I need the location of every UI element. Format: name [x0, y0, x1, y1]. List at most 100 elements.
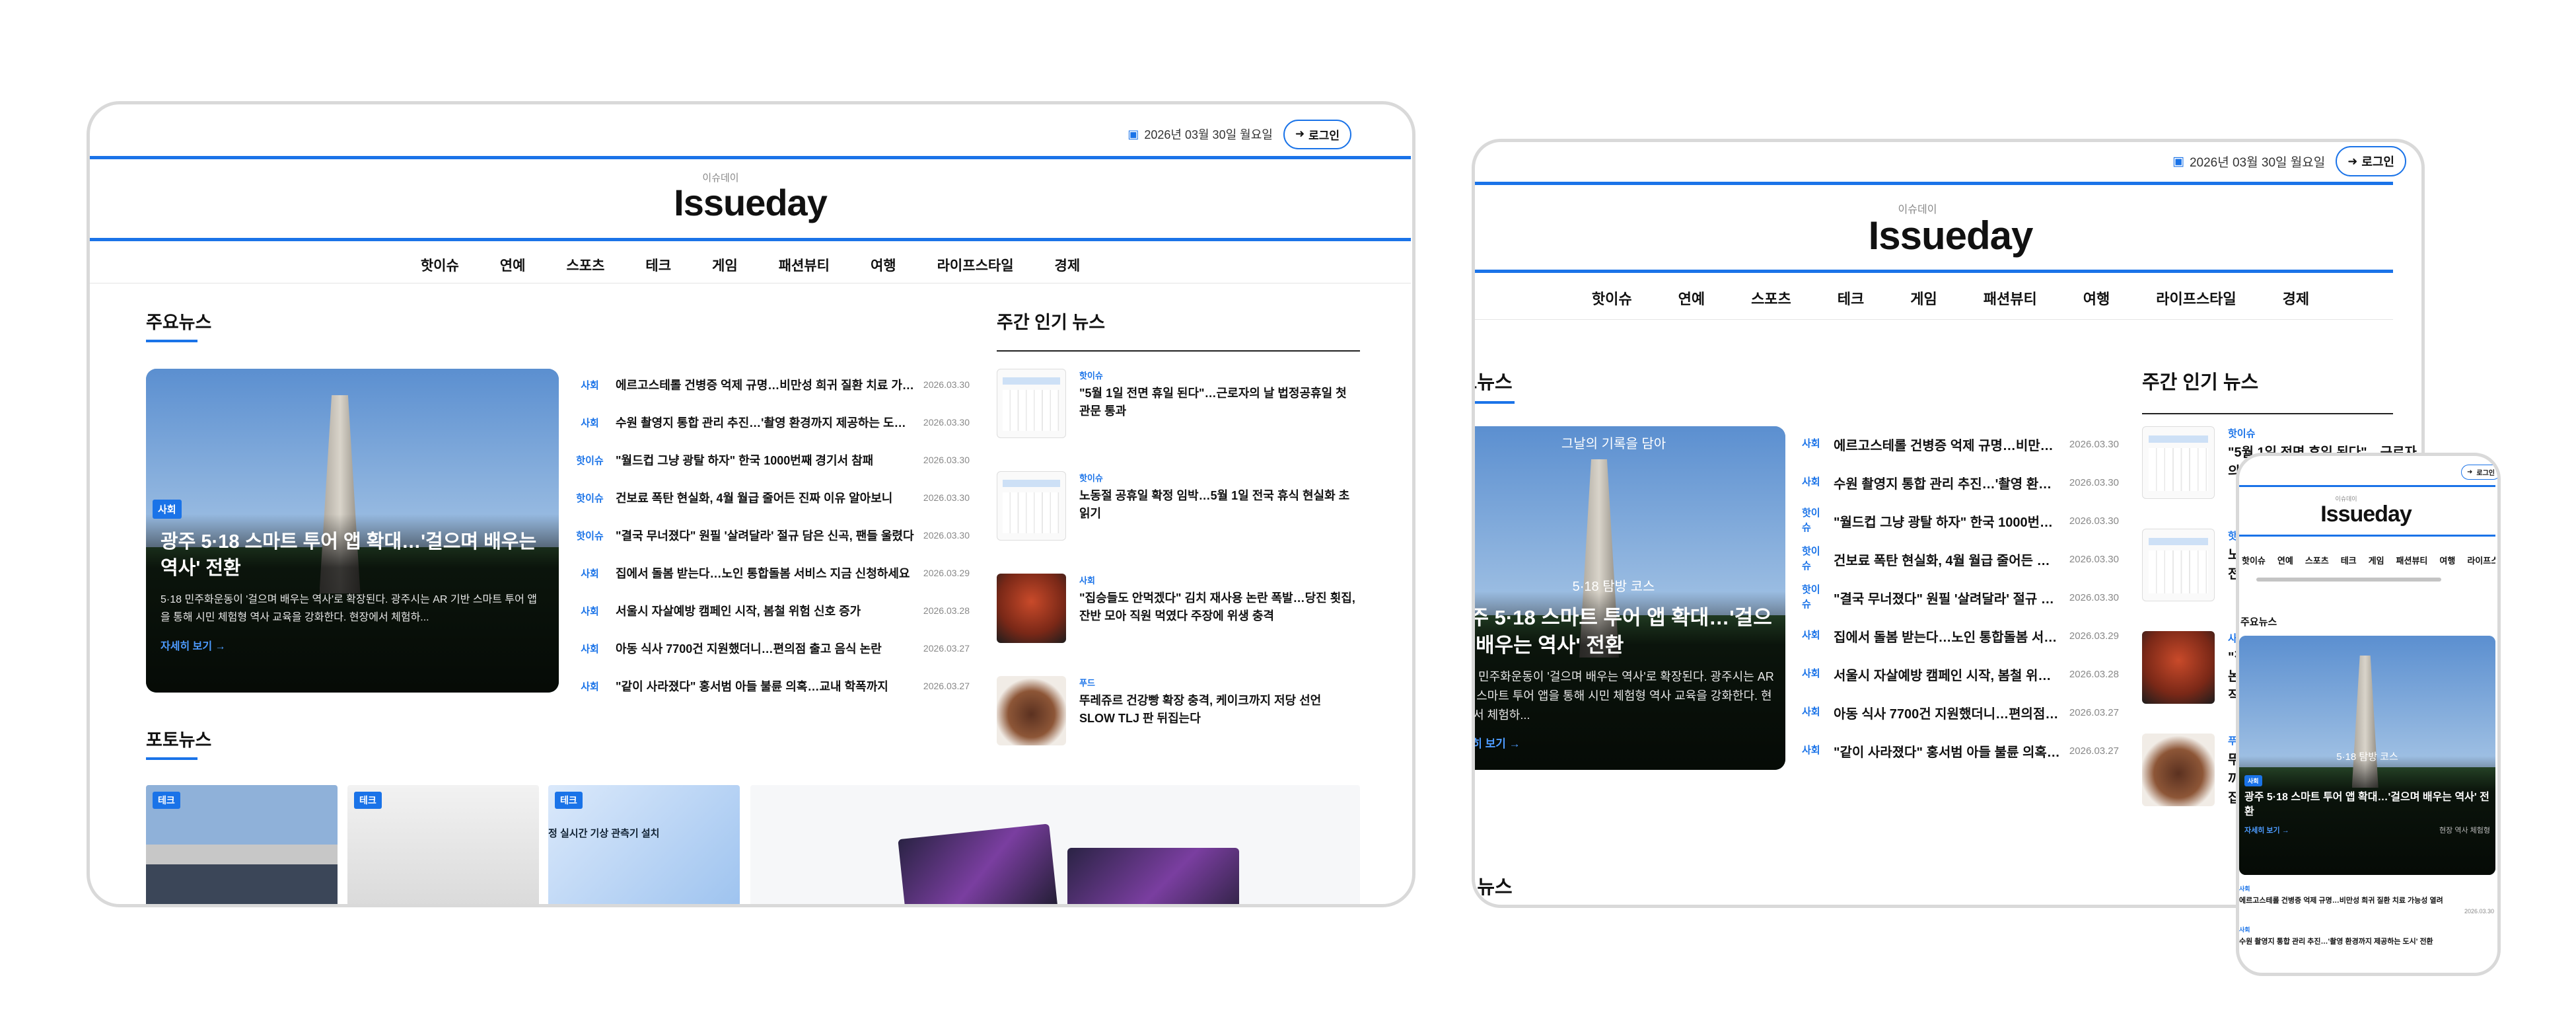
- hero-read-more-link[interactable]: 자세히 보기 →: [1475, 734, 1776, 751]
- nav-item[interactable]: 스포츠: [1751, 287, 1791, 309]
- nav-item[interactable]: 핫이슈: [2242, 554, 2266, 566]
- news-title[interactable]: 집에서 돌봄 받는다…노인 통합돌봄 서비스 지금 신청하세요: [1834, 626, 2060, 646]
- nav-item[interactable]: 라이프스타일: [2467, 554, 2495, 566]
- news-title[interactable]: "월드컵 그냥 광탈 하자" 한국 1000번째 경기서 참패: [616, 451, 914, 469]
- news-title[interactable]: 수원 촬영지 통합 관리 추진…'촬영 환경까지 제공하는 도시' 전환: [1834, 473, 2060, 492]
- news-list-item[interactable]: 사회 아동 식사 7700건 지원했더니…편의점 출고 음식 논란 2026.03.…: [573, 632, 970, 664]
- nav-item[interactable]: 게임: [712, 255, 738, 275]
- site-logo[interactable]: 이슈데이 Issueday: [2239, 494, 2495, 525]
- nav-item[interactable]: 스포츠: [2305, 554, 2329, 566]
- news-title[interactable]: 건보료 폭탄 현실화, 4월 월급 줄어든 진짜 이유 알아보니: [616, 489, 914, 506]
- news-title[interactable]: 에르고스테롤 건병증 억제 규명…비만성 희귀 질환 치료 가능성 열려: [1834, 435, 2060, 454]
- weekly-title[interactable]: 뚜레쥬르 건강빵 확장 충격, 케이크까지 저당 선언 SLOW TLJ 판 뒤…: [1079, 692, 1360, 728]
- news-title[interactable]: 에르고스테롤 건병증 억제 규명…비만성 희귀 질환 치료 가능성 열려: [2239, 895, 2494, 905]
- nav-item[interactable]: 패션뷰티: [2396, 554, 2428, 566]
- photo-card-4[interactable]: [750, 785, 1360, 904]
- weekly-title[interactable]: "집승들도 안먹겠다" 김치 재사용 논란 폭발…당진 횟집, 잔반 모아 직원…: [1079, 589, 1360, 625]
- weekly-thumbnail[interactable]: [997, 369, 1066, 438]
- nav-item[interactable]: 패션뷰티: [1984, 287, 2037, 309]
- photo-card-3[interactable]: 테크 정 실시간 기상 관측기 설치: [548, 785, 740, 904]
- news-title[interactable]: "결국 무너졌다" 원필 '살려달라' 절규 담은 신곡, 팬들 울렸다: [616, 527, 914, 544]
- hero-card[interactable]: 5·18 탐방 코스 사회 광주 5·18 스마트 투어 앱 확대…'걸으며 배…: [2239, 636, 2495, 875]
- nav-item[interactable]: 테크: [1838, 287, 1864, 309]
- nav-item[interactable]: 연예: [2277, 554, 2293, 566]
- news-list-item[interactable]: 핫이슈 "월드컵 그냥 광탈 하자" 한국 1000번째 경기서 참패 2026.0…: [573, 444, 970, 476]
- weekly-item[interactable]: 사회 "집승들도 안먹겠다" 김치 재사용 논란 폭발…당진 횟집, 잔반 모아 …: [997, 574, 1360, 643]
- weekly-title[interactable]: 노동절 공휴일 확정 임박…5월 1일 전국 휴식 현실화 초읽기: [1079, 487, 1360, 523]
- news-title[interactable]: 집에서 돌봄 받는다…노인 통합돌봄 서비스 지금 신청하세요: [616, 564, 914, 582]
- news-title[interactable]: 서울시 자살예방 캠페인 시작, 봄철 위험 신호 증가: [1834, 665, 2060, 684]
- weekly-item[interactable]: 핫이슈노동절 공휴일 확정 임박…5월 1일 전국 휴식 현실화 초읽기: [997, 471, 1360, 541]
- nav-item[interactable]: 테크: [645, 255, 671, 275]
- news-list-item[interactable]: 사회 "같이 사라졌다" 홍서범 아들 불륜 의혹…교내 학폭까지 2026.03.…: [1802, 734, 2119, 767]
- news-list-item[interactable]: 핫이슈 건보료 폭탄 현실화, 4월 월급 줄어든 진짜 이유 알아보니 2026.…: [573, 482, 970, 513]
- site-logo[interactable]: 이슈데이 Issueday: [90, 170, 1411, 221]
- news-list-item[interactable]: 핫이슈 건보료 폭탄 현실화, 4월 월급 줄어든 진짜 이유 알아보니 2026.…: [1802, 543, 2119, 576]
- weekly-title[interactable]: "5월 1일 전면 휴일 된다"…근로자의 날 법정공휴일 첫 관문 통과: [1079, 385, 1360, 420]
- weekly-thumbnail[interactable]: [2142, 426, 2215, 499]
- nav-item[interactable]: 테크: [2341, 554, 2357, 566]
- hero-card[interactable]: 그날의 기록을 담아 5·18 탐방 코스 광주 5·18 스마트 투어 앱 확…: [1475, 426, 1785, 770]
- news-list-item[interactable]: 사회에르고스테롤 건병증 억제 규명…비만성 희귀 질환 치료 가능성 열려20…: [2239, 884, 2494, 921]
- nav-item[interactable]: 라이프스타일: [2156, 287, 2236, 309]
- hero-title[interactable]: 광주 5·18 스마트 투어 앱 확대…'걸으며 배우는 역사' 전환: [2244, 790, 2490, 819]
- nav-item[interactable]: 게임: [1910, 287, 1937, 309]
- news-title[interactable]: 아동 식사 7700건 지원했더니…편의점 출고 음식 논란: [616, 640, 914, 657]
- news-title[interactable]: 수원 촬영지 통합 관리 추진…'촬영 환경까지 제공하는 도시' 전환: [616, 414, 914, 431]
- hero-read-more-link[interactable]: 자세히 보기 →: [2244, 825, 2289, 835]
- news-list-item[interactable]: 사회 수원 촬영지 통합 관리 추진…'촬영 환경까지 제공하는 도시' 전환 20…: [1802, 466, 2119, 499]
- nav-item[interactable]: 여행: [2083, 287, 2110, 309]
- news-list-item[interactable]: 사회 집에서 돌봄 받는다…노인 통합돌봄 서비스 지금 신청하세요 2026.03…: [1802, 619, 2119, 652]
- news-title[interactable]: 서울시 자살예방 캠페인 시작, 봄철 위험 신호 증가: [616, 602, 914, 619]
- weekly-thumbnail[interactable]: [2142, 631, 2215, 704]
- news-list-item[interactable]: 핫이슈 "결국 무너졌다" 원필 '살려달라' 절규 담은 신곡, 팬들 울렸다 2…: [573, 519, 970, 551]
- nav-item[interactable]: 경제: [1055, 255, 1081, 275]
- weekly-item[interactable]: 핫이슈 "5월 1일 전면 휴일 된다"…근로자의 날 법정공휴일 첫 관문 통과: [997, 369, 1360, 438]
- nav-item[interactable]: 연예: [500, 255, 526, 275]
- weekly-thumbnail[interactable]: [2142, 734, 2215, 806]
- photo-card-1[interactable]: 테크: [146, 785, 338, 904]
- news-title[interactable]: "같이 사라졌다" 홍서범 아들 불륜 의혹…교내 학폭까지: [1834, 741, 2060, 761]
- login-button[interactable]: ➜ 로그인: [1283, 119, 1351, 149]
- weekly-thumbnail[interactable]: [997, 574, 1066, 643]
- hero-read-more-link[interactable]: 자세히 보기 →: [161, 637, 544, 653]
- news-list-item[interactable]: 사회 수원 촬영지 통합 관리 추진…'촬영 환경까지 제공하는 도시' 전환: [2239, 925, 2494, 962]
- news-title[interactable]: "월드컵 그냥 광탈 하자" 한국 1000번째 경기서 참패: [1834, 511, 2060, 531]
- news-list-item[interactable]: 사회 서울시 자살예방 캠페인 시작, 봄철 위험 신호 증가 2026.03.28: [573, 595, 970, 626]
- news-title[interactable]: "결국 무너졌다" 원필 '살려달라' 절규 담은 신곡, 팬들 울렸다: [1834, 588, 2060, 607]
- nav-item[interactable]: 경제: [2283, 287, 2309, 309]
- nav-item[interactable]: 패션뷰티: [779, 255, 830, 275]
- weekly-thumbnail[interactable]: [997, 676, 1066, 745]
- login-button[interactable]: ➜ 로그인: [2336, 146, 2406, 176]
- nav-item[interactable]: 핫이슈: [421, 255, 459, 275]
- news-title[interactable]: "같이 사라졌다" 홍서범 아들 불륜 의혹…교내 학폭까지: [616, 677, 914, 695]
- nav-scrollbar[interactable]: [2256, 578, 2441, 582]
- weekly-thumbnail[interactable]: [997, 471, 1066, 541]
- news-list-item[interactable]: 사회에르고스테롤 건병증 억제 규명…비만성 희귀 질환 치료 가능성 열려20…: [1802, 428, 2119, 461]
- news-list-item[interactable]: 핫이슈 "결국 무너졌다" 원필 '살려달라' 절규 담은 신곡, 팬들 울렸다 2…: [1802, 581, 2119, 614]
- nav-item[interactable]: 연예: [1678, 287, 1705, 309]
- weekly-item[interactable]: 푸드뚜레쥬르 건강빵 확장 충격, 케이크까지 저당 선언 SLOW TLJ 판…: [997, 676, 1360, 745]
- site-logo[interactable]: 이슈데이 Issueday: [1508, 200, 2393, 256]
- news-title[interactable]: 수원 촬영지 통합 관리 추진…'촬영 환경까지 제공하는 도시' 전환: [2239, 936, 2494, 946]
- nav-item[interactable]: 여행: [871, 255, 896, 275]
- nav-item[interactable]: 여행: [2439, 554, 2455, 566]
- news-title[interactable]: 에르고스테롤 건병증 억제 규명…비만성 희귀 질환 치료 가능성 열려: [616, 376, 914, 393]
- news-list-item[interactable]: 핫이슈 "월드컵 그냥 광탈 하자" 한국 1000번째 경기서 참패 2026.0…: [1802, 504, 2119, 537]
- news-list-item[interactable]: 사회 "같이 사라졌다" 홍서범 아들 불륜 의혹…교내 학폭까지 2026.03.…: [573, 670, 970, 702]
- weekly-thumbnail[interactable]: [2142, 529, 2215, 601]
- hero-card[interactable]: 사회 광주 5·18 스마트 투어 앱 확대…'걸으며 배우는 역사' 전환 5…: [146, 369, 559, 693]
- hero-title[interactable]: 광주 5·18 스마트 투어 앱 확대…'걸으며 배우는 역사' 전환: [161, 529, 544, 582]
- news-title[interactable]: 아동 식사 7700건 지원했더니…편의점 출고 음식 논란: [1834, 703, 2060, 722]
- news-list-item[interactable]: 사회 수원 촬영지 통합 관리 추진…'촬영 환경까지 제공하는 도시' 전환 20…: [573, 406, 970, 438]
- nav-item[interactable]: 스포츠: [566, 255, 604, 275]
- news-list-item[interactable]: 사회에르고스테롤 건병증 억제 규명…비만성 희귀 질환 치료 가능성 열려20…: [573, 369, 970, 400]
- hero-title[interactable]: 광주 5·18 스마트 투어 앱 확대…'걸으며 배우는 역사' 전환: [1475, 604, 1776, 660]
- login-button[interactable]: ➜ 로그인: [2461, 464, 2497, 480]
- nav-item[interactable]: 핫이슈: [1592, 287, 1632, 309]
- nav-item[interactable]: 라이프스타일: [937, 255, 1014, 275]
- photo-card-2[interactable]: 테크: [347, 785, 539, 904]
- news-list-item[interactable]: 사회 집에서 돌봄 받는다…노인 통합돌봄 서비스 지금 신청하세요 2026.03…: [573, 557, 970, 589]
- nav-item[interactable]: 게임: [2369, 554, 2384, 566]
- news-title[interactable]: 건보료 폭탄 현실화, 4월 월급 줄어든 진짜 이유 알아보니: [1834, 550, 2060, 569]
